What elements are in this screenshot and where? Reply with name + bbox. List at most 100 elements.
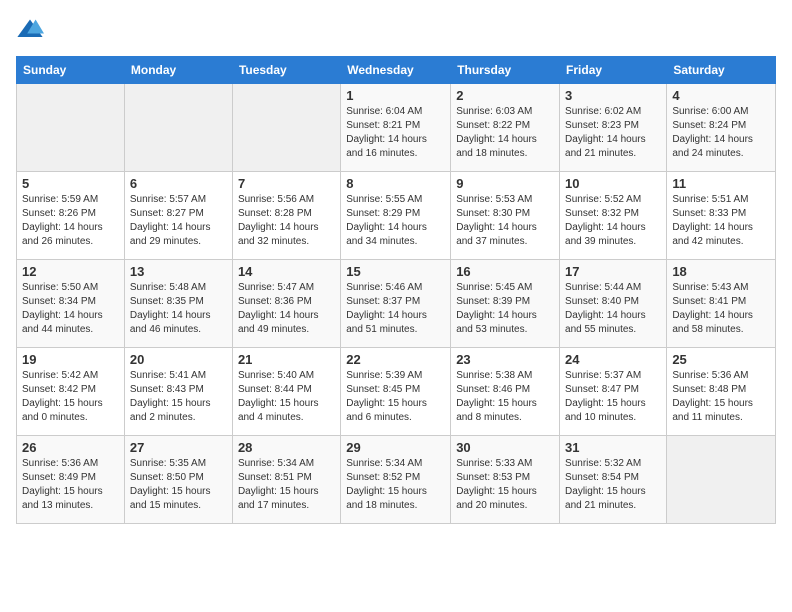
calendar-cell: 19Sunrise: 5:42 AMSunset: 8:42 PMDayligh…	[17, 348, 125, 436]
day-number: 2	[456, 88, 554, 103]
day-info: Sunrise: 5:43 AMSunset: 8:41 PMDaylight:…	[672, 281, 770, 337]
day-info: Sunrise: 5:38 AMSunset: 8:46 PMDaylight:…	[456, 369, 554, 425]
day-number: 18	[672, 264, 770, 279]
calendar-header-row: SundayMondayTuesdayWednesdayThursdayFrid…	[17, 57, 776, 84]
day-number: 9	[456, 176, 554, 191]
day-number: 27	[130, 440, 227, 455]
calendar-cell: 7 Sunrise: 5:56 AMSunset: 8:28 PMDaylight…	[232, 172, 340, 260]
calendar-cell: 13 Sunrise: 5:48 AMSunset: 8:35 PMDayligh…	[124, 260, 232, 348]
calendar-week-2: 5 Sunrise: 5:59 AMSunset: 8:26 PMDaylight…	[17, 172, 776, 260]
day-info: Sunrise: 5:42 AMSunset: 8:42 PMDaylight:…	[22, 369, 119, 425]
day-info: Sunrise: 5:35 AMSunset: 8:50 PMDaylight:…	[130, 457, 227, 513]
calendar-cell: 25 Sunrise: 5:36 AMSunset: 8:48 PMDayligh…	[667, 348, 776, 436]
day-number: 17	[565, 264, 661, 279]
day-number: 8	[346, 176, 445, 191]
day-number: 29	[346, 440, 445, 455]
day-info: Sunrise: 5:33 AMSunset: 8:53 PMDaylight:…	[456, 457, 554, 513]
day-number: 30	[456, 440, 554, 455]
day-info: Sunrise: 6:04 AMSunset: 8:21 PMDaylight:…	[346, 105, 445, 161]
day-info: Sunrise: 5:37 AMSunset: 8:47 PMDaylight:…	[565, 369, 661, 425]
day-number: 11	[672, 176, 770, 191]
calendar-cell: 28Sunrise: 5:34 AMSunset: 8:51 PMDayligh…	[232, 436, 340, 524]
calendar-week-5: 26 Sunrise: 5:36 AMSunset: 8:49 PMDayligh…	[17, 436, 776, 524]
day-info: Sunrise: 5:41 AMSunset: 8:43 PMDaylight:…	[130, 369, 227, 425]
day-info: Sunrise: 5:52 AMSunset: 8:32 PMDaylight:…	[565, 193, 661, 249]
header-wednesday: Wednesday	[341, 57, 451, 84]
calendar-cell	[17, 84, 125, 172]
calendar-week-3: 12 Sunrise: 5:50 AMSunset: 8:34 PMDayligh…	[17, 260, 776, 348]
calendar-cell: 24 Sunrise: 5:37 AMSunset: 8:47 PMDayligh…	[560, 348, 667, 436]
calendar-cell: 31Sunrise: 5:32 AMSunset: 8:54 PMDayligh…	[560, 436, 667, 524]
day-number: 13	[130, 264, 227, 279]
day-info: Sunrise: 5:34 AMSunset: 8:52 PMDaylight:…	[346, 457, 445, 513]
calendar-cell: 4 Sunrise: 6:00 AMSunset: 8:24 PMDaylight…	[667, 84, 776, 172]
calendar-cell: 10 Sunrise: 5:52 AMSunset: 8:32 PMDayligh…	[560, 172, 667, 260]
day-info: Sunrise: 5:39 AMSunset: 8:45 PMDaylight:…	[346, 369, 445, 425]
calendar-cell: 5 Sunrise: 5:59 AMSunset: 8:26 PMDaylight…	[17, 172, 125, 260]
header-thursday: Thursday	[451, 57, 560, 84]
day-number: 20	[130, 352, 227, 367]
day-info: Sunrise: 5:36 AMSunset: 8:48 PMDaylight:…	[672, 369, 770, 425]
day-info: Sunrise: 6:03 AMSunset: 8:22 PMDaylight:…	[456, 105, 554, 161]
day-number: 24	[565, 352, 661, 367]
day-number: 23	[456, 352, 554, 367]
calendar-week-4: 19Sunrise: 5:42 AMSunset: 8:42 PMDayligh…	[17, 348, 776, 436]
day-info: Sunrise: 6:00 AMSunset: 8:24 PMDaylight:…	[672, 105, 770, 161]
day-info: Sunrise: 5:44 AMSunset: 8:40 PMDaylight:…	[565, 281, 661, 337]
calendar-cell: 14 Sunrise: 5:47 AMSunset: 8:36 PMDayligh…	[232, 260, 340, 348]
day-info: Sunrise: 5:59 AMSunset: 8:26 PMDaylight:…	[22, 193, 119, 249]
calendar-cell: 30 Sunrise: 5:33 AMSunset: 8:53 PMDayligh…	[451, 436, 560, 524]
calendar-cell: 17 Sunrise: 5:44 AMSunset: 8:40 PMDayligh…	[560, 260, 667, 348]
day-number: 14	[238, 264, 335, 279]
calendar-cell: 12 Sunrise: 5:50 AMSunset: 8:34 PMDayligh…	[17, 260, 125, 348]
day-number: 22	[346, 352, 445, 367]
day-info: Sunrise: 5:57 AMSunset: 8:27 PMDaylight:…	[130, 193, 227, 249]
header-saturday: Saturday	[667, 57, 776, 84]
day-number: 25	[672, 352, 770, 367]
calendar-cell: 2 Sunrise: 6:03 AMSunset: 8:22 PMDaylight…	[451, 84, 560, 172]
calendar-cell: 8Sunrise: 5:55 AMSunset: 8:29 PMDaylight…	[341, 172, 451, 260]
day-number: 5	[22, 176, 119, 191]
day-number: 12	[22, 264, 119, 279]
calendar-cell	[667, 436, 776, 524]
day-info: Sunrise: 5:36 AMSunset: 8:49 PMDaylight:…	[22, 457, 119, 513]
day-info: Sunrise: 5:40 AMSunset: 8:44 PMDaylight:…	[238, 369, 335, 425]
day-number: 7	[238, 176, 335, 191]
calendar-cell	[232, 84, 340, 172]
calendar-cell: 3Sunrise: 6:02 AMSunset: 8:23 PMDaylight…	[560, 84, 667, 172]
page-header	[16, 16, 776, 44]
calendar-cell	[124, 84, 232, 172]
logo-icon	[16, 16, 44, 44]
day-number: 4	[672, 88, 770, 103]
calendar-cell: 16Sunrise: 5:45 AMSunset: 8:39 PMDayligh…	[451, 260, 560, 348]
day-info: Sunrise: 6:02 AMSunset: 8:23 PMDaylight:…	[565, 105, 661, 161]
calendar-cell: 20 Sunrise: 5:41 AMSunset: 8:43 PMDayligh…	[124, 348, 232, 436]
day-number: 26	[22, 440, 119, 455]
day-number: 10	[565, 176, 661, 191]
logo	[16, 16, 48, 44]
day-info: Sunrise: 5:47 AMSunset: 8:36 PMDaylight:…	[238, 281, 335, 337]
calendar-week-1: 1 Sunrise: 6:04 AMSunset: 8:21 PMDaylight…	[17, 84, 776, 172]
calendar-cell: 22 Sunrise: 5:39 AMSunset: 8:45 PMDayligh…	[341, 348, 451, 436]
day-number: 6	[130, 176, 227, 191]
calendar-cell: 26 Sunrise: 5:36 AMSunset: 8:49 PMDayligh…	[17, 436, 125, 524]
calendar-cell: 21 Sunrise: 5:40 AMSunset: 8:44 PMDayligh…	[232, 348, 340, 436]
day-info: Sunrise: 5:56 AMSunset: 8:28 PMDaylight:…	[238, 193, 335, 249]
day-info: Sunrise: 5:50 AMSunset: 8:34 PMDaylight:…	[22, 281, 119, 337]
calendar-cell: 1 Sunrise: 6:04 AMSunset: 8:21 PMDaylight…	[341, 84, 451, 172]
header-sunday: Sunday	[17, 57, 125, 84]
header-friday: Friday	[560, 57, 667, 84]
calendar-cell: 15Sunrise: 5:46 AMSunset: 8:37 PMDayligh…	[341, 260, 451, 348]
calendar-cell: 23 Sunrise: 5:38 AMSunset: 8:46 PMDayligh…	[451, 348, 560, 436]
day-number: 16	[456, 264, 554, 279]
day-number: 31	[565, 440, 661, 455]
calendar-cell: 27 Sunrise: 5:35 AMSunset: 8:50 PMDayligh…	[124, 436, 232, 524]
day-number: 1	[346, 88, 445, 103]
day-number: 21	[238, 352, 335, 367]
calendar-cell: 6 Sunrise: 5:57 AMSunset: 8:27 PMDaylight…	[124, 172, 232, 260]
day-info: Sunrise: 5:51 AMSunset: 8:33 PMDaylight:…	[672, 193, 770, 249]
day-info: Sunrise: 5:48 AMSunset: 8:35 PMDaylight:…	[130, 281, 227, 337]
day-info: Sunrise: 5:34 AMSunset: 8:51 PMDaylight:…	[238, 457, 335, 513]
calendar-cell: 29 Sunrise: 5:34 AMSunset: 8:52 PMDayligh…	[341, 436, 451, 524]
header-tuesday: Tuesday	[232, 57, 340, 84]
